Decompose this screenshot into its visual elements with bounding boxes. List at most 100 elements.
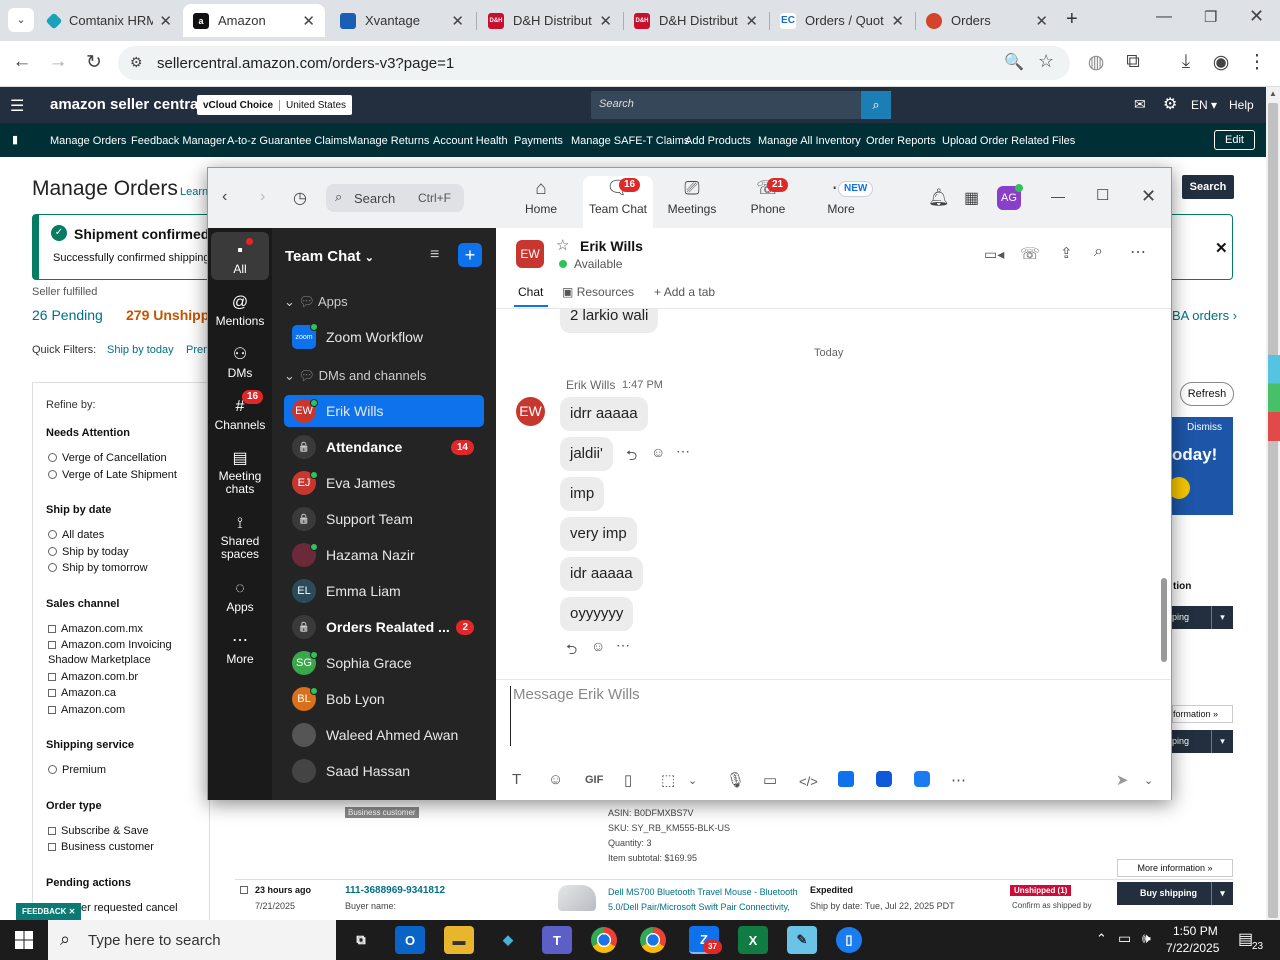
globe-extension-icon[interactable]: ◍	[1083, 51, 1109, 74]
send-options-chevron-icon[interactable]: ⌄	[1144, 774, 1153, 787]
more-information-button[interactable]: More information »	[1117, 859, 1233, 877]
nav-item[interactable]: Account Health	[433, 135, 508, 147]
teams-icon[interactable]: T	[542, 926, 572, 954]
filter-option[interactable]: er requested cancel	[81, 902, 178, 914]
browser-tab[interactable]: Comtanix HRM ✕	[38, 4, 182, 37]
emoji-icon[interactable]: ☺	[548, 771, 563, 788]
nav-item[interactable]: Order Reports	[866, 135, 936, 147]
rail-item-mentions[interactable]: @ Mentions	[208, 292, 272, 328]
new-tab-icon[interactable]: +	[1066, 8, 1078, 31]
settings-gear-icon[interactable]: ⚙	[1163, 94, 1177, 114]
rail-item-more[interactable]: ⋯ More	[208, 630, 272, 666]
close-window-icon[interactable]: ✕	[1249, 6, 1264, 27]
close-alert-icon[interactable]: ✕	[1215, 239, 1228, 257]
browser-tab[interactable]: Xvantage ✕	[330, 4, 474, 37]
filter-option[interactable]: Ship by today	[48, 546, 129, 558]
minimize-window-icon[interactable]: —	[1156, 8, 1172, 26]
extensions-icon[interactable]: ⧉	[1120, 51, 1146, 73]
close-tab-icon[interactable]: ✕	[302, 12, 315, 30]
filter-icon[interactable]: ≡	[430, 246, 439, 264]
mail-icon[interactable]: ✉	[1134, 96, 1146, 113]
phone-call-icon[interactable]: ☏	[1020, 244, 1040, 264]
filter-option[interactable]: All dates	[48, 529, 104, 541]
tab-team-chat[interactable]: 🗨 Team Chat 16	[583, 176, 653, 228]
tab-phone[interactable]: ☏Phone 21	[733, 176, 803, 228]
amazon-search-input[interactable]: Search	[591, 91, 861, 119]
site-info-icon[interactable]: ⚙	[130, 54, 143, 71]
history-icon[interactable]: ◷	[293, 188, 307, 208]
message-more-icon[interactable]: ⋯	[616, 637, 630, 654]
nav-item[interactable]: Manage Orders	[50, 135, 126, 147]
download-icon[interactable]: ⤓	[1173, 51, 1199, 73]
more-information-fragment[interactable]: formation »	[1172, 705, 1233, 723]
video-call-icon[interactable]: ▭◂	[984, 246, 1004, 263]
browser-tab-active[interactable]: a Amazon ✕	[183, 4, 325, 37]
scroll-up-arrow-icon[interactable]: ▲	[1269, 89, 1277, 98]
forward-arrow-icon[interactable]: ›	[260, 188, 265, 206]
refresh-button[interactable]: Refresh	[1180, 382, 1234, 406]
search-icon[interactable]: ⌕	[1094, 243, 1103, 261]
dm-list-item[interactable]: EL Emma Liam	[284, 575, 484, 607]
zoom-icon[interactable]: 🔍	[1004, 52, 1024, 72]
message-bubble[interactable]: imp	[560, 477, 605, 511]
filter-option[interactable]: Premium	[48, 764, 106, 776]
learn-link[interactable]: Learn	[180, 186, 208, 198]
filter-option[interactable]: Amazon.com Invoicing	[48, 639, 172, 651]
restore-window-icon[interactable]: ❐	[1204, 8, 1217, 26]
tray-chevron-icon[interactable]: ⌃	[1096, 931, 1107, 947]
close-tab-icon[interactable]: ✕	[159, 12, 172, 30]
nav-item[interactable]: Manage SAFE-T Claims	[571, 135, 689, 147]
close-tab-icon[interactable]: ✕	[891, 12, 904, 30]
rail-item-apps[interactable]: ◌ Apps	[208, 578, 272, 614]
fba-orders-link[interactable]: BA orders ›	[1172, 308, 1237, 323]
rail-item-channels[interactable]: # Channels 16	[208, 390, 272, 432]
filter-option[interactable]: Amazon.com.br	[48, 671, 138, 683]
filter-option[interactable]: Amazon.com	[48, 704, 125, 716]
nav-item[interactable]: Add Products	[685, 135, 751, 147]
profile-icon[interactable]: ◉	[1208, 51, 1234, 74]
screenshot-icon[interactable]: ⬚	[661, 771, 675, 789]
buy-shipping-split-button[interactable]: ping ▾	[1172, 730, 1233, 753]
dropdown-arrow-icon[interactable]: ▾	[1211, 606, 1233, 629]
tab-meetings[interactable]: ⎚ Meetings	[657, 176, 727, 228]
file-explorer-icon[interactable]: ▬	[444, 926, 474, 954]
clock-date[interactable]: 7/22/2025	[1166, 941, 1219, 955]
app-item-zoom-workflow[interactable]: zoom Zoom Workflow	[284, 321, 484, 353]
dm-list-item[interactable]: EW Erik Wills	[284, 395, 484, 427]
message-bubble[interactable]: very imp	[560, 517, 637, 551]
filter-option[interactable]: Amazon.com.mx	[48, 623, 143, 635]
filter-option[interactable]: Verge of Cancellation	[48, 452, 167, 464]
zoom-search-input[interactable]: ⌕ Search Ctrl+F	[326, 184, 464, 212]
notepad-icon[interactable]: ✎	[787, 926, 817, 954]
help-link[interactable]: Help	[1229, 98, 1254, 112]
app-blue-icon[interactable]: ▯	[836, 927, 862, 953]
dm-list-item[interactable]: Saad Hassan	[284, 755, 484, 787]
hamburger-menu-icon[interactable]: ☰	[10, 96, 24, 116]
add-reaction-icon[interactable]: ☺	[591, 638, 605, 654]
nav-item[interactable]: Upload Order Related Files	[942, 135, 1075, 147]
code-snippet-icon[interactable]: </>	[799, 774, 818, 789]
forward-icon[interactable]: →	[45, 51, 71, 73]
buy-shipping-split-button[interactable]: ping ▾	[1172, 606, 1233, 629]
browser-tab[interactable]: EC Orders / Quot ✕	[770, 4, 914, 37]
message-more-icon[interactable]: ⋯	[676, 443, 690, 460]
scrollbar-thumb[interactable]	[1268, 103, 1278, 918]
nav-item[interactable]: A-to-z Guarantee Claims	[227, 135, 348, 147]
message-bubble[interactable]: oyyyyyy	[560, 597, 634, 631]
file-icon[interactable]: ▯	[624, 771, 632, 789]
nav-item[interactable]: Manage All Inventory	[758, 135, 861, 147]
new-chat-button[interactable]: +	[458, 243, 482, 267]
clock-time[interactable]: 1:50 PM	[1173, 924, 1218, 938]
message-input[interactable]: Message Erik Wills	[510, 686, 1150, 746]
dm-list-item[interactable]: EJ Eva James	[284, 467, 484, 499]
more-options-icon[interactable]: ⋯	[1130, 242, 1146, 262]
tab-chat[interactable]: Chat	[518, 285, 543, 299]
browser-menu-icon[interactable]: ⋮	[1244, 51, 1270, 74]
browser-tab[interactable]: D&H D&H Distribut ✕	[624, 4, 768, 37]
calendar-icon[interactable]: ▦	[964, 188, 979, 208]
filter-option[interactable]: Ship by tomorrow	[48, 562, 148, 574]
tab-search-button[interactable]: ⌄	[8, 8, 34, 32]
microphone-icon[interactable]: 🎙︎	[726, 771, 745, 789]
chevron-down-icon[interactable]: ⌄	[688, 774, 697, 787]
video-message-icon[interactable]: ▭	[763, 771, 777, 789]
